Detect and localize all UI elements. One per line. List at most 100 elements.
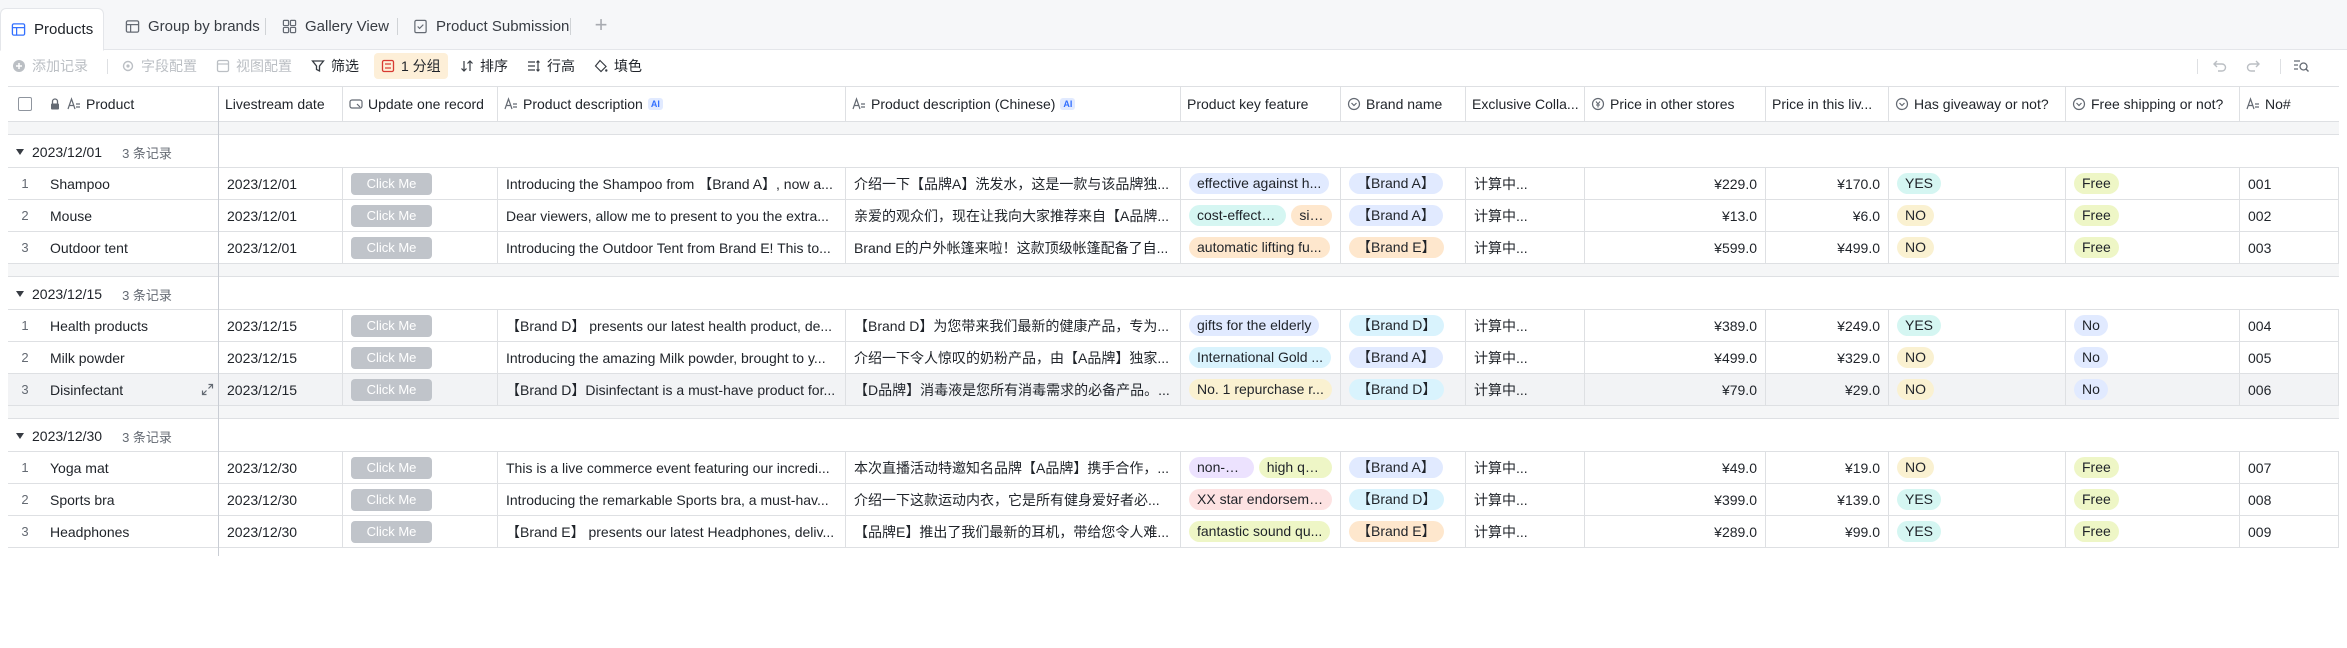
- update-record-cell[interactable]: Click Me: [343, 342, 498, 373]
- free-shipping-cell[interactable]: Free: [2066, 200, 2240, 231]
- table-row[interactable]: 1 Health products 2023/12/15 Click Me 【Brand…: [8, 310, 2339, 342]
- price-live-cell[interactable]: ¥139.0: [1766, 484, 1889, 515]
- column-header-no[interactable]: No#: [2240, 87, 2339, 121]
- price-live-cell[interactable]: ¥329.0: [1766, 342, 1889, 373]
- product-cell[interactable]: Shampoo: [42, 168, 219, 199]
- update-record-cell[interactable]: Click Me: [343, 516, 498, 547]
- description-cell[interactable]: Introducing the Outdoor Tent from Brand …: [498, 232, 846, 263]
- description-cell[interactable]: 【Brand D】Disinfectant is a must-have pro…: [498, 374, 846, 405]
- click-me-button[interactable]: Click Me: [351, 456, 432, 479]
- click-me-button[interactable]: Click Me: [351, 520, 432, 543]
- search-records-icon[interactable]: [2292, 57, 2310, 75]
- update-record-cell[interactable]: Click Me: [343, 452, 498, 483]
- click-me-button[interactable]: Click Me: [351, 236, 432, 259]
- group-toggle[interactable]: 2023/12/15 3 条记录: [16, 277, 172, 311]
- key-feature-cell[interactable]: non-slip high qu...: [1181, 452, 1341, 483]
- exclusive-collab-cell[interactable]: 计算中...: [1466, 232, 1585, 263]
- column-header-price-other-stores[interactable]: Price in other stores: [1585, 87, 1766, 121]
- no-cell[interactable]: 004: [2240, 310, 2339, 341]
- filter-button[interactable]: 筛选: [307, 53, 363, 79]
- description-cell[interactable]: This is a live commerce event featuring …: [498, 452, 846, 483]
- price-live-cell[interactable]: ¥29.0: [1766, 374, 1889, 405]
- free-shipping-cell[interactable]: Free: [2066, 232, 2240, 263]
- key-feature-cell[interactable]: XX star endorsement: [1181, 484, 1341, 515]
- livestream-date-cell[interactable]: 2023/12/15: [219, 310, 343, 341]
- key-feature-cell[interactable]: cost-effective sil...: [1181, 200, 1341, 231]
- product-cell[interactable]: Disinfectant: [42, 374, 219, 405]
- giveaway-cell[interactable]: NO: [1889, 200, 2066, 231]
- key-feature-cell[interactable]: No. 1 repurchase r...: [1181, 374, 1341, 405]
- brand-cell[interactable]: 【Brand D】: [1341, 374, 1466, 405]
- livestream-date-cell[interactable]: 2023/12/30: [219, 484, 343, 515]
- key-feature-cell[interactable]: effective against h...: [1181, 168, 1341, 199]
- column-header-product[interactable]: Product: [42, 87, 219, 121]
- giveaway-cell[interactable]: YES: [1889, 516, 2066, 547]
- key-feature-cell[interactable]: fantastic sound qu...: [1181, 516, 1341, 547]
- view-config-button[interactable]: 视图配置: [212, 53, 296, 79]
- redo-icon[interactable]: [2245, 57, 2263, 75]
- tab-product-submission[interactable]: Product Submission: [403, 8, 579, 44]
- group-button[interactable]: 1 分组: [374, 53, 448, 79]
- update-record-cell[interactable]: Click Me: [343, 200, 498, 231]
- key-feature-cell[interactable]: automatic lifting fu...: [1181, 232, 1341, 263]
- price-other-cell[interactable]: ¥289.0: [1585, 516, 1766, 547]
- update-record-cell[interactable]: Click Me: [343, 232, 498, 263]
- product-cell[interactable]: Outdoor tent: [42, 232, 219, 263]
- sort-button[interactable]: 排序: [456, 53, 512, 79]
- price-live-cell[interactable]: ¥99.0: [1766, 516, 1889, 547]
- table-row[interactable]: 2 Sports bra 2023/12/30 Click Me Introducing…: [8, 484, 2339, 516]
- brand-cell[interactable]: 【Brand E】: [1341, 232, 1466, 263]
- product-cell[interactable]: Health products: [42, 310, 219, 341]
- product-cell[interactable]: Yoga mat: [42, 452, 219, 483]
- price-live-cell[interactable]: ¥170.0: [1766, 168, 1889, 199]
- brand-cell[interactable]: 【Brand D】: [1341, 310, 1466, 341]
- description-cn-cell[interactable]: Brand E的户外帐篷来啦！这款顶级帐篷配备了自...: [846, 232, 1181, 263]
- price-other-cell[interactable]: ¥399.0: [1585, 484, 1766, 515]
- price-other-cell[interactable]: ¥79.0: [1585, 374, 1766, 405]
- update-record-cell[interactable]: Click Me: [343, 374, 498, 405]
- livestream-date-cell[interactable]: 2023/12/15: [219, 374, 343, 405]
- click-me-button[interactable]: Click Me: [351, 346, 432, 369]
- exclusive-collab-cell[interactable]: 计算中...: [1466, 168, 1585, 199]
- description-cn-cell[interactable]: 【D品牌】消毒液是您所有消毒需求的必备产品。...: [846, 374, 1181, 405]
- description-cn-cell[interactable]: 【品牌E】推出了我们最新的耳机，带给您令人难...: [846, 516, 1181, 547]
- key-feature-cell[interactable]: gifts for the elderly: [1181, 310, 1341, 341]
- product-cell[interactable]: Mouse: [42, 200, 219, 231]
- no-cell[interactable]: 002: [2240, 200, 2339, 231]
- column-header-livestream-date[interactable]: Livestream date: [219, 87, 343, 121]
- livestream-date-cell[interactable]: 2023/12/01: [219, 168, 343, 199]
- price-other-cell[interactable]: ¥13.0: [1585, 200, 1766, 231]
- brand-cell[interactable]: 【Brand A】: [1341, 200, 1466, 231]
- column-header-exclusive-collab[interactable]: Exclusive Colla...: [1466, 87, 1585, 121]
- click-me-button[interactable]: Click Me: [351, 378, 432, 401]
- no-cell[interactable]: 008: [2240, 484, 2339, 515]
- update-record-cell[interactable]: Click Me: [343, 310, 498, 341]
- price-other-cell[interactable]: ¥499.0: [1585, 342, 1766, 373]
- exclusive-collab-cell[interactable]: 计算中...: [1466, 484, 1585, 515]
- free-shipping-cell[interactable]: Free: [2066, 168, 2240, 199]
- free-shipping-cell[interactable]: No: [2066, 342, 2240, 373]
- giveaway-cell[interactable]: NO: [1889, 232, 2066, 263]
- description-cn-cell[interactable]: 介绍一下这款运动内衣，它是所有健身爱好者必...: [846, 484, 1181, 515]
- description-cn-cell[interactable]: 介绍一下令人惊叹的奶粉产品，由【A品牌】独家...: [846, 342, 1181, 373]
- free-shipping-cell[interactable]: Free: [2066, 452, 2240, 483]
- add-view-icon[interactable]: +: [588, 12, 614, 38]
- click-me-button[interactable]: Click Me: [351, 204, 432, 227]
- price-other-cell[interactable]: ¥49.0: [1585, 452, 1766, 483]
- select-all-checkbox[interactable]: [18, 97, 32, 111]
- exclusive-collab-cell[interactable]: 计算中...: [1466, 452, 1585, 483]
- tab-gallery-view[interactable]: Gallery View: [272, 8, 399, 44]
- description-cn-cell[interactable]: 本次直播活动特邀知名品牌【A品牌】携手合作，...: [846, 452, 1181, 483]
- description-cn-cell[interactable]: 亲爱的观众们，现在让我向大家推荐来自【A品牌...: [846, 200, 1181, 231]
- table-row[interactable]: 1 Yoga mat 2023/12/30 Click Me This is a liv…: [8, 452, 2339, 484]
- column-header-product-description[interactable]: Product description AI: [498, 87, 846, 121]
- table-row[interactable]: 2 Mouse 2023/12/01 Click Me Dear viewers, al…: [8, 200, 2339, 232]
- price-other-cell[interactable]: ¥229.0: [1585, 168, 1766, 199]
- row-height-button[interactable]: 行高: [523, 53, 579, 79]
- brand-cell[interactable]: 【Brand A】: [1341, 342, 1466, 373]
- description-cell[interactable]: Dear viewers, allow me to present to you…: [498, 200, 846, 231]
- key-feature-cell[interactable]: International Gold ...: [1181, 342, 1341, 373]
- table-row[interactable]: 1 Shampoo 2023/12/01 Click Me Introducing th…: [8, 168, 2339, 200]
- giveaway-cell[interactable]: NO: [1889, 452, 2066, 483]
- column-header-product-key-feature[interactable]: Product key feature: [1181, 87, 1341, 121]
